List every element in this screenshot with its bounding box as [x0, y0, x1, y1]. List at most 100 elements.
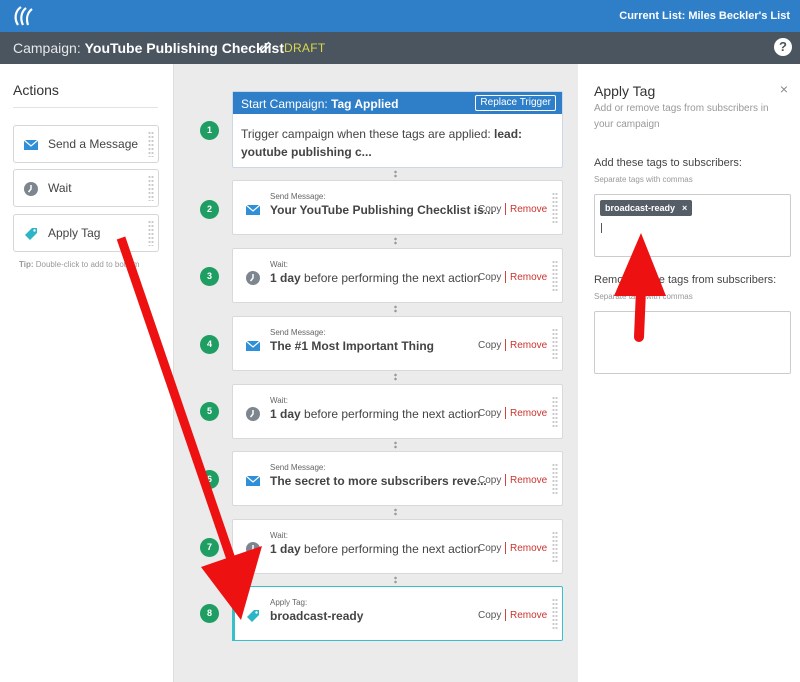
step-card-wait[interactable]: Wait: 1 day before performing the next a…: [232, 384, 563, 439]
action-send-message[interactable]: Send a Message: [13, 125, 159, 163]
step-number: 4: [200, 335, 219, 354]
step-card-wait[interactable]: Wait: 1 day before performing the next a…: [232, 519, 563, 574]
tag-remove-icon[interactable]: ×: [682, 203, 687, 213]
remove-button[interactable]: Remove: [510, 204, 547, 215]
tip-text: Tip: Double-click to add to bottom: [19, 260, 139, 269]
connector-dots: [394, 237, 397, 245]
remove-button[interactable]: Remove: [510, 543, 547, 554]
remove-button[interactable]: Remove: [510, 340, 547, 351]
actions-title: Actions: [13, 82, 59, 98]
action-wait[interactable]: Wait: [13, 169, 159, 207]
help-icon[interactable]: ?: [774, 38, 792, 56]
step-summary-rest: before performing the next action: [300, 271, 481, 285]
envelope-icon: [245, 204, 261, 215]
drag-handle-icon[interactable]: [148, 175, 154, 201]
step-card-apply-tag[interactable]: Apply Tag: broadcast-ready Copy Remove: [232, 586, 563, 641]
step-card-send-message[interactable]: Send Message: The #1 Most Important Thin…: [232, 316, 563, 371]
remove-button[interactable]: Remove: [510, 408, 547, 419]
aweber-logo-icon[interactable]: [12, 5, 36, 27]
connector-dots: [394, 305, 397, 313]
copy-button[interactable]: Copy: [478, 408, 501, 419]
remove-tags-hint: Separate tags with commas: [594, 292, 693, 301]
divider: [505, 407, 506, 419]
tag-chip-label: broadcast-ready: [605, 203, 676, 213]
divider: [505, 542, 506, 554]
drag-handle-icon[interactable]: [552, 396, 558, 428]
actions-panel: Actions Send a Message Wait Apply Tag Ti…: [0, 64, 174, 682]
drag-handle-icon[interactable]: [552, 192, 558, 224]
connector-dots: [394, 508, 397, 516]
step-type: Wait:: [270, 396, 288, 405]
drag-handle-icon[interactable]: [552, 531, 558, 563]
step-number: 3: [200, 267, 219, 286]
copy-button[interactable]: Copy: [478, 340, 501, 351]
step-number: 6: [200, 470, 219, 489]
add-tags-label: Add these tags to subscribers:: [594, 157, 742, 169]
tip-bold: Tip:: [19, 260, 34, 269]
step-card-send-message[interactable]: Send Message: The secret to more subscri…: [232, 451, 563, 506]
copy-button[interactable]: Copy: [478, 204, 501, 215]
divider: [505, 203, 506, 215]
drag-handle-icon[interactable]: [552, 328, 558, 360]
step-summary-bold: 1 day: [270, 407, 301, 421]
step-number: 8: [200, 604, 219, 623]
close-icon[interactable]: ×: [780, 81, 788, 97]
clock-icon: [24, 182, 38, 196]
tag-icon: [247, 610, 259, 622]
current-list-label[interactable]: Current List: Miles Beckler's List: [619, 10, 790, 22]
connector-dots: [394, 441, 397, 449]
step-number: 1: [200, 121, 219, 140]
copy-button[interactable]: Copy: [478, 543, 501, 554]
add-tags-hint: Separate tags with commas: [594, 175, 693, 184]
campaign-title: Campaign: YouTube Publishing Checklist: [13, 40, 284, 56]
divider: [505, 271, 506, 283]
pencil-icon[interactable]: [260, 41, 272, 53]
step-summary-bold: Your YouTube Publishing Checklist is...: [270, 203, 494, 217]
replace-trigger-button[interactable]: Replace Trigger: [475, 95, 556, 111]
envelope-icon: [245, 475, 261, 486]
remove-button[interactable]: Remove: [510, 272, 547, 283]
remove-tags-input[interactable]: [594, 311, 791, 374]
divider: [505, 339, 506, 351]
campaign-canvas: 1 Start Campaign: Tag Applied Replace Tr…: [175, 64, 578, 682]
drag-handle-icon[interactable]: [148, 220, 154, 246]
step-summary-bold: 1 day: [270, 542, 301, 556]
action-apply-tag[interactable]: Apply Tag: [13, 214, 159, 252]
divider: [13, 107, 158, 108]
copy-button[interactable]: Copy: [478, 272, 501, 283]
step-summary-rest: before performing the next action: [300, 407, 481, 421]
top-bar: Current List: Miles Beckler's List: [0, 0, 800, 32]
step-summary: 1 day before performing the next action: [270, 271, 480, 285]
copy-button[interactable]: Copy: [478, 610, 501, 621]
step-summary-bold: The secret to more subscribers reve...: [270, 474, 487, 488]
remove-button[interactable]: Remove: [510, 610, 547, 621]
remove-button[interactable]: Remove: [510, 475, 547, 486]
drag-handle-icon[interactable]: [552, 463, 558, 495]
campaign-name: YouTube Publishing Checklist: [84, 40, 284, 56]
step-type: Send Message:: [270, 192, 326, 201]
trigger-card[interactable]: Start Campaign: Tag Applied Replace Trig…: [232, 91, 563, 168]
step-summary-bold: broadcast-ready: [270, 609, 364, 623]
step-card-send-message[interactable]: Send Message: Your YouTube Publishing Ch…: [232, 180, 563, 235]
trigger-title-type: Tag Applied: [331, 97, 399, 111]
clock-icon: [246, 542, 260, 556]
drag-handle-icon[interactable]: [148, 131, 154, 157]
add-tags-input[interactable]: broadcast-ready ×: [594, 194, 791, 257]
step-type: Wait:: [270, 260, 288, 269]
step-type: Send Message:: [270, 463, 326, 472]
status-badge: DRAFT: [284, 41, 326, 55]
copy-button[interactable]: Copy: [478, 475, 501, 486]
panel-title: Apply Tag: [594, 83, 656, 99]
step-card-wait[interactable]: Wait: 1 day before performing the next a…: [232, 248, 563, 303]
action-label: Send a Message: [48, 137, 139, 151]
campaign-prefix: Campaign:: [13, 40, 81, 56]
trigger-text: Trigger campaign when these tags are app…: [241, 127, 491, 141]
trigger-header: Start Campaign: Tag Applied Replace Trig…: [233, 92, 562, 114]
drag-handle-icon[interactable]: [552, 260, 558, 292]
step-type: Send Message:: [270, 328, 326, 337]
trigger-description: Trigger campaign when these tags are app…: [241, 125, 556, 161]
tag-icon: [25, 228, 37, 240]
connector-dots: [394, 576, 397, 584]
divider: [505, 474, 506, 486]
drag-handle-icon[interactable]: [552, 598, 558, 630]
